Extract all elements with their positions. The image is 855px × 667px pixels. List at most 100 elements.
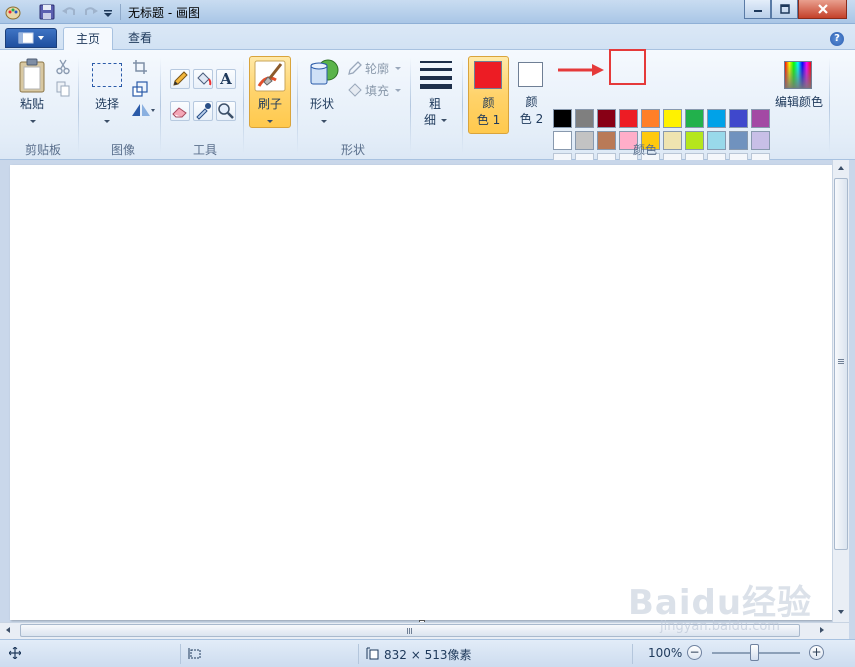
tab-view[interactable]: 查看 bbox=[116, 27, 164, 51]
status-separator bbox=[358, 644, 359, 664]
brushes-dropdown-arrow bbox=[267, 120, 273, 123]
title-bar: 无标题 - 画图 bbox=[0, 0, 855, 24]
color1-button[interactable]: 颜 色 1 bbox=[468, 56, 509, 134]
palette-color-swatch[interactable] bbox=[707, 109, 726, 128]
drawing-canvas[interactable] bbox=[10, 165, 836, 624]
group-separator bbox=[78, 58, 79, 153]
shapes-label: 形状 bbox=[309, 97, 334, 111]
color2-swatch bbox=[518, 62, 543, 87]
group-separator bbox=[462, 58, 463, 153]
undo-icon[interactable] bbox=[60, 3, 78, 21]
paint-app-icon[interactable] bbox=[4, 3, 22, 21]
clipboard-group-label: 剪贴板 bbox=[24, 143, 61, 157]
color1-label-line1: 颜 bbox=[482, 96, 495, 110]
redo-icon[interactable] bbox=[82, 3, 100, 21]
annotation-arrow-icon bbox=[558, 64, 604, 76]
zoom-in-button[interactable]: + bbox=[809, 645, 824, 660]
fill-dropdown-arrow bbox=[395, 89, 401, 92]
status-separator bbox=[180, 644, 181, 664]
color-picker-tool-button[interactable] bbox=[193, 101, 213, 121]
canvas-size-text: 832 × 513像素 bbox=[384, 648, 472, 662]
line-size-icon bbox=[420, 61, 452, 89]
group-separator bbox=[410, 58, 411, 153]
title-separator bbox=[120, 4, 121, 20]
scroll-up-icon[interactable] bbox=[838, 166, 844, 170]
select-icon bbox=[92, 63, 122, 87]
palette-color-swatch[interactable] bbox=[663, 109, 682, 128]
watermark-url: jingyan.baidu.com bbox=[660, 619, 780, 634]
palette-color-swatch[interactable] bbox=[685, 109, 704, 128]
brushes-button[interactable]: 刷子 bbox=[249, 56, 291, 128]
app-menu-icon bbox=[18, 32, 33, 44]
outline-label: 轮廓 bbox=[365, 62, 390, 76]
color1-label-line2: 色 1 bbox=[476, 113, 501, 127]
size-label-line2: 细 bbox=[423, 113, 436, 127]
chevron-down-icon bbox=[37, 36, 44, 40]
status-bar: 832 × 513像素 100% − + bbox=[0, 639, 855, 667]
tools-group-label: 工具 bbox=[192, 143, 217, 157]
group-separator bbox=[297, 58, 298, 153]
tab-home[interactable]: 主页 bbox=[63, 27, 114, 51]
vertical-scroll-thumb[interactable] bbox=[834, 178, 848, 550]
eyedropper-icon bbox=[196, 103, 211, 120]
minimize-button[interactable] bbox=[744, 0, 771, 19]
magnifier-icon bbox=[218, 103, 234, 119]
magnifier-tool-button[interactable] bbox=[216, 101, 236, 121]
palette-color-swatch[interactable] bbox=[729, 109, 748, 128]
zoom-out-button[interactable]: − bbox=[687, 645, 702, 660]
palette-color-swatch[interactable] bbox=[729, 131, 748, 150]
shapes-icon bbox=[310, 59, 339, 85]
save-icon[interactable] bbox=[38, 3, 56, 21]
pencil-tool-button[interactable] bbox=[170, 69, 190, 89]
group-separator bbox=[160, 58, 161, 153]
customize-quick-access-icon[interactable] bbox=[102, 3, 114, 21]
app-menu-button[interactable] bbox=[5, 28, 57, 48]
clipboard-icon bbox=[19, 58, 45, 93]
annotation-highlight-box bbox=[609, 49, 646, 85]
color2-label-line2: 色 2 bbox=[519, 112, 544, 126]
palette-color-swatch[interactable] bbox=[641, 109, 660, 128]
palette-color-swatch[interactable] bbox=[553, 109, 572, 128]
scroll-left-icon[interactable] bbox=[6, 627, 10, 633]
canvas-workspace bbox=[0, 160, 855, 640]
palette-color-swatch[interactable] bbox=[597, 109, 616, 128]
select-label: 选择 bbox=[94, 97, 119, 111]
scroll-down-icon[interactable] bbox=[838, 610, 844, 614]
resize-icon[interactable] bbox=[132, 81, 148, 97]
cut-icon[interactable] bbox=[56, 59, 70, 75]
help-icon[interactable]: ? bbox=[830, 32, 844, 46]
palette-color-swatch[interactable] bbox=[751, 131, 770, 150]
pencil-icon bbox=[173, 71, 188, 86]
scroll-right-icon[interactable] bbox=[820, 627, 824, 633]
palette-color-swatch[interactable] bbox=[575, 109, 594, 128]
maximize-button[interactable] bbox=[771, 0, 798, 19]
size-label-line1: 粗 bbox=[428, 97, 441, 111]
fill-tool-button[interactable] bbox=[193, 69, 213, 89]
shapes-dropdown-arrow bbox=[321, 120, 327, 123]
window-title: 无标题 - 画图 bbox=[128, 6, 200, 20]
eraser-tool-button[interactable] bbox=[170, 101, 190, 121]
crop-icon[interactable] bbox=[132, 59, 148, 75]
palette-color-swatch[interactable] bbox=[597, 131, 616, 150]
close-icon bbox=[817, 4, 828, 14]
text-tool-button[interactable]: A bbox=[216, 69, 236, 89]
vertical-scrollbar[interactable] bbox=[832, 160, 849, 622]
shapes-group-label: 形状 bbox=[340, 143, 365, 157]
group-separator bbox=[243, 58, 244, 153]
palette-color-swatch[interactable] bbox=[553, 131, 572, 150]
color2-label-line1: 颜 bbox=[525, 95, 538, 109]
copy-icon[interactable] bbox=[56, 81, 70, 97]
paste-label: 粘贴 bbox=[19, 97, 44, 111]
palette-color-swatch[interactable] bbox=[619, 109, 638, 128]
palette-color-swatch[interactable] bbox=[685, 131, 704, 150]
zoom-slider-thumb[interactable] bbox=[750, 644, 759, 661]
palette-color-swatch[interactable] bbox=[575, 131, 594, 150]
fill-bucket-icon bbox=[348, 83, 362, 97]
text-tool-icon: A bbox=[220, 70, 232, 88]
rotate-icon[interactable] bbox=[130, 102, 156, 118]
paste-dropdown-arrow bbox=[30, 120, 36, 123]
palette-color-swatch[interactable] bbox=[707, 131, 726, 150]
palette-color-swatch[interactable] bbox=[751, 109, 770, 128]
close-button[interactable] bbox=[798, 0, 847, 19]
eraser-icon bbox=[172, 107, 187, 118]
